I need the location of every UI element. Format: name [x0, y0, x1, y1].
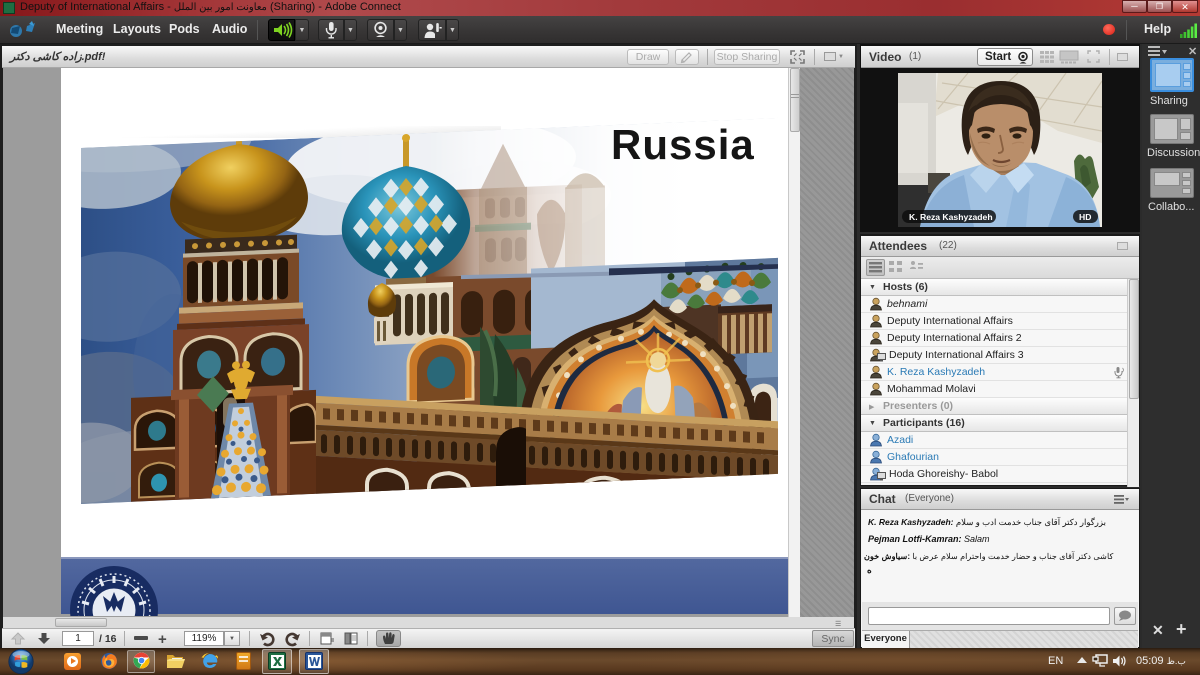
svg-text:K. Reza Kashyzadeh: K. Reza Kashyzadeh	[909, 212, 993, 222]
svg-text:HD: HD	[1079, 212, 1091, 222]
